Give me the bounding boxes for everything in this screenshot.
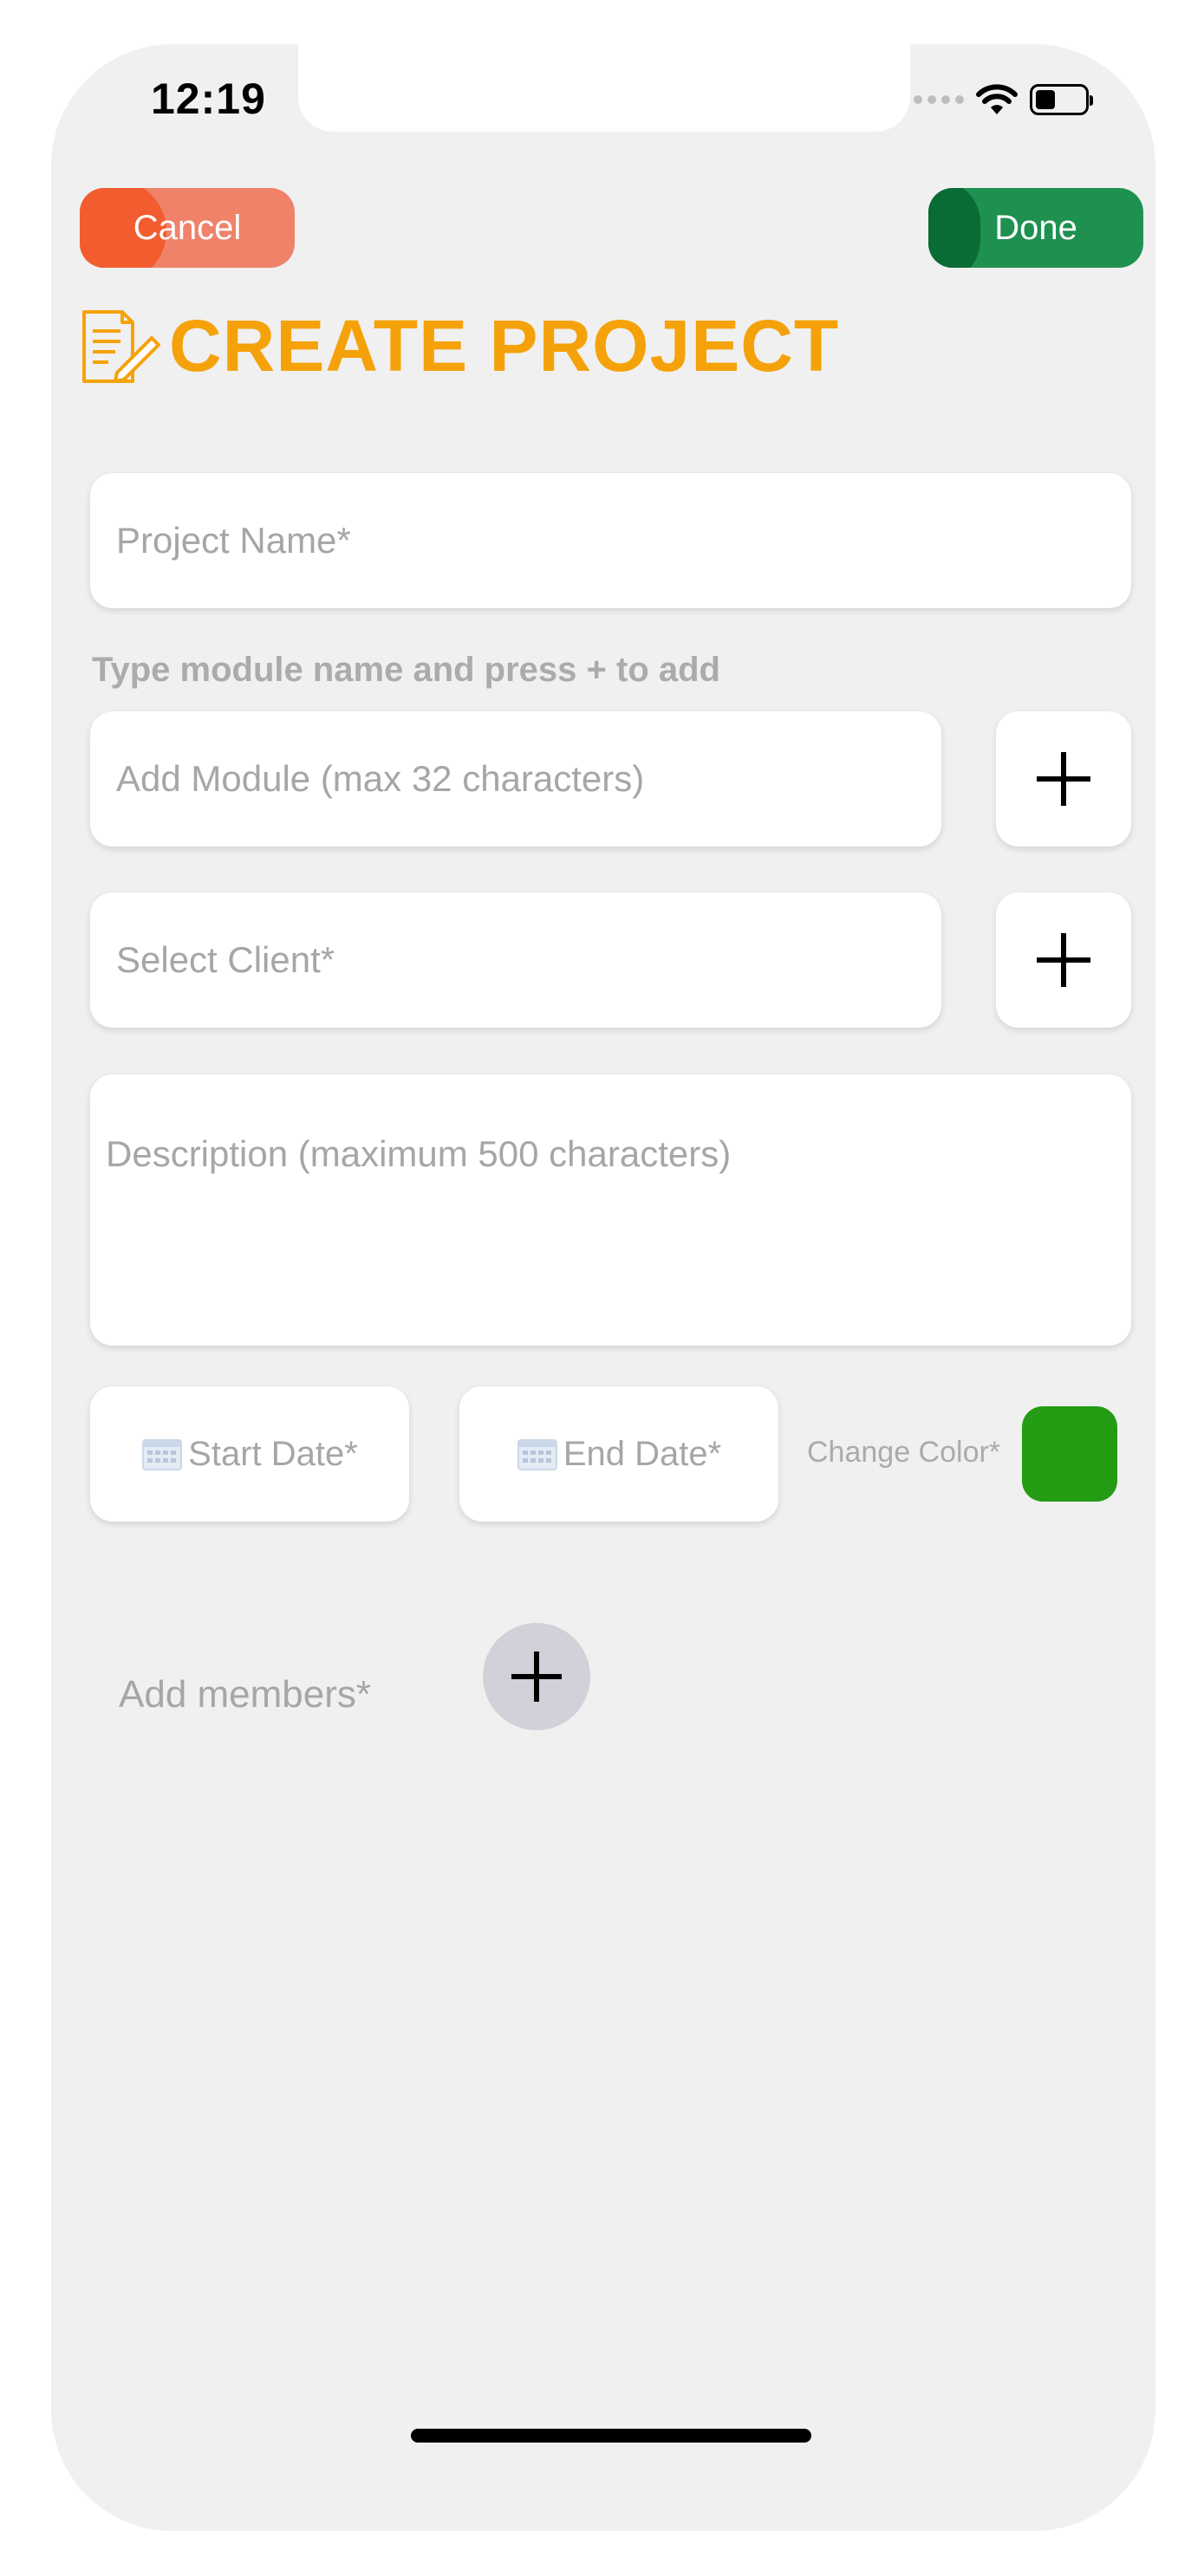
module-field[interactable] <box>90 711 941 847</box>
start-date-label: Start Date* <box>188 1434 358 1473</box>
page-header: CREATE PROJECT <box>77 304 839 388</box>
project-name-field[interactable] <box>90 473 1131 608</box>
start-date-field[interactable]: Start Date* <box>90 1386 409 1522</box>
phone-screen: 12:19 Cancel Done CREATE PROJECT Type mo… <box>51 44 1155 2531</box>
calendar-icon <box>517 1439 557 1470</box>
add-module-button[interactable] <box>996 711 1131 847</box>
color-swatch-button[interactable] <box>1022 1406 1117 1502</box>
device-notch <box>298 44 910 132</box>
add-members-button[interactable] <box>483 1623 590 1730</box>
project-name-input[interactable] <box>90 473 1131 608</box>
page-title: CREATE PROJECT <box>169 305 840 386</box>
done-button[interactable]: Done <box>928 188 1143 268</box>
description-textarea[interactable] <box>90 1074 1131 1346</box>
calendar-icon <box>142 1439 183 1470</box>
end-date-field[interactable]: End Date* <box>459 1386 778 1522</box>
wifi-icon <box>976 84 1018 114</box>
done-button-label: Done <box>994 208 1077 247</box>
plus-icon <box>511 1651 562 1702</box>
document-edit-icon <box>82 309 160 383</box>
change-color-label: Change Color* <box>807 1436 1001 1469</box>
battery-icon <box>1030 84 1093 115</box>
cellular-signal-icon <box>914 95 964 104</box>
plus-icon <box>1037 752 1090 806</box>
end-date-label: End Date* <box>563 1434 722 1473</box>
client-select-input[interactable] <box>90 892 941 1028</box>
description-field[interactable] <box>90 1074 1131 1346</box>
cancel-button-label: Cancel <box>133 208 242 247</box>
status-time: 12:19 <box>151 75 266 123</box>
status-icons <box>914 82 1093 117</box>
add-client-button[interactable] <box>996 892 1131 1028</box>
home-indicator[interactable] <box>411 2429 811 2443</box>
module-hint: Type module name and press + to add <box>92 651 720 689</box>
add-members-label: Add members* <box>119 1673 372 1716</box>
client-field[interactable] <box>90 892 941 1028</box>
module-input[interactable] <box>90 711 941 847</box>
cancel-button[interactable]: Cancel <box>80 188 295 268</box>
plus-icon <box>1037 933 1090 987</box>
